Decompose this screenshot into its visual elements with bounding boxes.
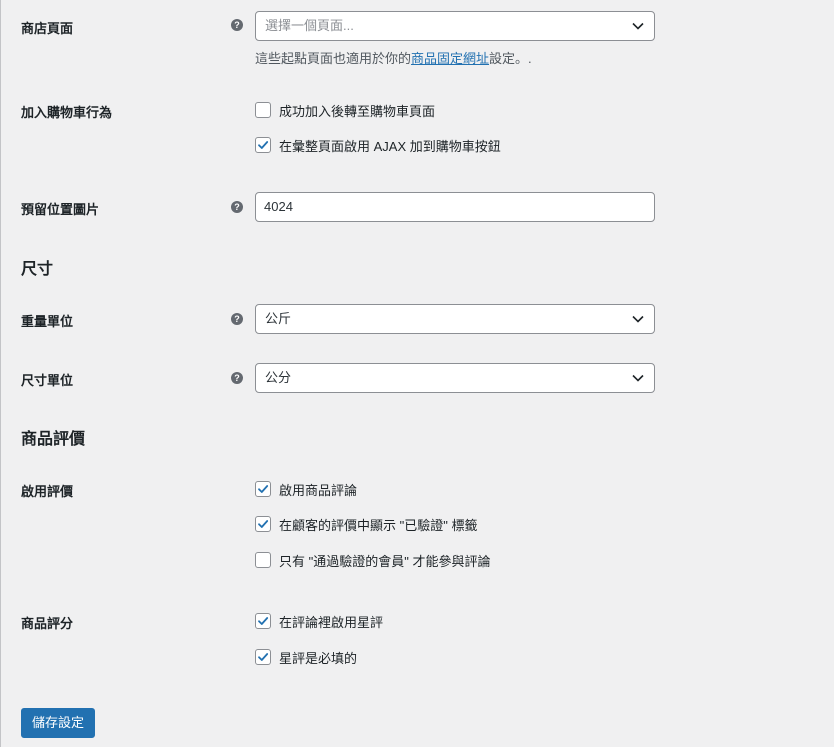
checkbox-label: 在彙整頁面啟用 AJAX 加到購物車按鈕	[279, 138, 501, 154]
checkbox[interactable]	[255, 516, 271, 532]
checkbox-row[interactable]: 在評論裡啟用星評	[255, 613, 384, 630]
reviews-section-title: 商品評價	[21, 431, 86, 448]
add-to-cart-label: 加入購物車行為	[21, 105, 113, 120]
weight-unit-label: 重量單位	[21, 314, 74, 329]
checkbox-row[interactable]: 星評是必填的	[255, 649, 358, 666]
help-icon[interactable]: ?	[231, 313, 243, 325]
chevron-down-icon	[632, 315, 644, 323]
dimension-unit-value: 公分	[265, 370, 292, 385]
checkbox-label: 星評是必填的	[279, 650, 358, 666]
checkmark-icon	[258, 141, 269, 149]
enable-reviews-label: 啟用評價	[21, 484, 74, 499]
checkbox[interactable]	[255, 649, 271, 665]
dimension-unit-select[interactable]: 公分	[255, 363, 655, 393]
checkmark-icon	[258, 485, 269, 493]
checkbox[interactable]	[255, 102, 271, 118]
checkbox-label: 在評論裡啟用星評	[279, 614, 384, 630]
checkbox-label: 成功加入後轉至購物車頁面	[279, 103, 436, 119]
checkbox-row[interactable]: 啟用商品評論	[255, 481, 358, 498]
checkbox-row[interactable]: 成功加入後轉至購物車頁面	[255, 102, 436, 119]
chevron-down-icon	[632, 22, 644, 30]
chevron-down-icon	[632, 374, 644, 382]
shop-page-placeholder: 選擇一個頁面...	[265, 18, 354, 33]
help-icon[interactable]: ?	[231, 19, 243, 31]
checkbox[interactable]	[255, 481, 271, 497]
checkbox-row[interactable]: 在彙整頁面啟用 AJAX 加到購物車按鈕	[255, 137, 501, 154]
dimension-unit-label: 尺寸單位	[21, 373, 74, 388]
help-icon[interactable]: ?	[231, 201, 243, 213]
save-settings-button[interactable]: 儲存設定	[21, 708, 95, 738]
checkbox-label: 只有 "通過驗證的會員" 才能參與評論	[279, 553, 491, 569]
help-icon[interactable]: ?	[231, 372, 243, 384]
desc-prefix: 這些起點頁面也適用於你的	[255, 51, 412, 66]
placeholder-image-label: 預留位置圖片	[21, 202, 100, 217]
desc-suffix: 設定。.	[489, 51, 532, 66]
checkbox[interactable]	[255, 552, 271, 568]
shop-page-label: 商店頁面	[21, 21, 74, 36]
page-left-border	[0, 0, 1, 747]
checkbox-row[interactable]: 只有 "通過驗證的會員" 才能參與評論	[255, 552, 491, 569]
shop-page-description: 這些起點頁面也適用於你的商品固定網址設定。.	[255, 48, 532, 67]
product-ratings-label: 商品評分	[21, 616, 74, 631]
dimensions-section-title: 尺寸	[21, 261, 54, 278]
permalink-settings-link[interactable]: 商品固定網址	[411, 51, 489, 66]
shop-page-select[interactable]: 選擇一個頁面...	[255, 11, 655, 41]
weight-unit-select[interactable]: 公斤	[255, 304, 655, 334]
checkbox[interactable]	[255, 137, 271, 153]
placeholder-image-input[interactable]: 4024	[255, 192, 655, 222]
weight-unit-value: 公斤	[265, 311, 292, 326]
checkmark-icon	[258, 653, 269, 661]
checkmark-icon	[258, 520, 269, 528]
checkbox[interactable]	[255, 613, 271, 629]
checkbox-label: 啟用商品評論	[279, 482, 358, 498]
checkbox-row[interactable]: 在顧客的評價中顯示 "已驗證" 標籤	[255, 516, 478, 533]
checkmark-icon	[258, 617, 269, 625]
checkbox-label: 在顧客的評價中顯示 "已驗證" 標籤	[279, 517, 478, 533]
